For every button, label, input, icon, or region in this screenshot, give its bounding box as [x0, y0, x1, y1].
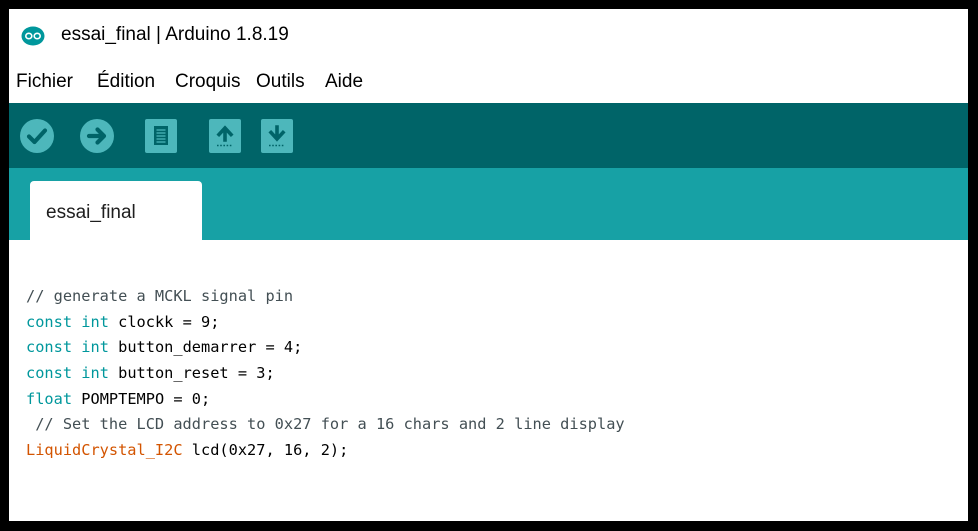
code-token-keyword: const: [26, 338, 73, 357]
new-file-icon: [154, 126, 168, 145]
menu-bar: Fichier Édition Croquis Outils Aide: [9, 63, 968, 103]
code-token-plain: lcd(0x27, 16, 2);: [182, 441, 349, 460]
toolbar: [9, 103, 968, 168]
code-token-type: LiquidCrystal_I2C: [26, 441, 183, 460]
arduino-ide-window: essai_final | Arduino 1.8.19 Fichier Édi…: [9, 9, 968, 521]
code-line: float POMPTEMPO = 0;: [26, 387, 625, 413]
tab-essai-final[interactable]: essai_final: [30, 181, 202, 240]
menu-aide[interactable]: Aide: [325, 71, 363, 93]
code-token-comment: // generate a MCKL signal pin: [26, 287, 294, 305]
code-line: // Set the LCD address to 0x27 for a 16 …: [26, 412, 625, 438]
code-token-plain: POMPTEMPO = 0;: [72, 389, 211, 408]
save-button[interactable]: [261, 119, 293, 153]
code-token-keyword: const: [26, 312, 73, 331]
code-token-plain: clockk = 9;: [108, 312, 220, 331]
new-button[interactable]: [145, 119, 177, 153]
code-token-keyword: float: [26, 389, 73, 408]
menu-fichier[interactable]: Fichier: [16, 71, 73, 93]
code-editor[interactable]: // generate a MCKL signal pin const int c…: [9, 240, 968, 521]
tab-strip: essai_final: [9, 168, 968, 240]
code-line: const int clockk = 9;: [26, 310, 625, 336]
arduino-logo-icon: [21, 26, 45, 46]
tab-label: essai_final: [46, 202, 136, 223]
code-line: const int button_demarrer = 4;: [26, 335, 625, 361]
code-text: // generate a MCKL signal pin const int c…: [26, 284, 625, 464]
code-token-keyword: int: [81, 312, 109, 331]
code-token-plain: button_demarrer = 4;: [108, 338, 303, 357]
menu-croquis[interactable]: Croquis: [175, 71, 240, 93]
code-line: // generate a MCKL signal pin: [26, 284, 625, 310]
menu-outils[interactable]: Outils: [256, 71, 305, 93]
code-line: LiquidCrystal_I2C lcd(0x27, 16, 2);: [26, 438, 625, 464]
code-token-keyword: int: [81, 338, 109, 357]
open-button[interactable]: [209, 119, 241, 153]
verify-button[interactable]: [19, 118, 55, 154]
code-token-keyword: const: [26, 364, 73, 383]
code-line: const int button_reset = 3;: [26, 361, 625, 387]
upload-button[interactable]: [79, 118, 115, 154]
window-title: essai_final | Arduino 1.8.19: [61, 24, 289, 45]
menu-edition[interactable]: Édition: [97, 71, 155, 93]
code-token-plain: button_reset = 3;: [108, 364, 275, 383]
code-token-comment: // Set the LCD address to 0x27 for a 16 …: [26, 415, 625, 434]
title-bar: essai_final | Arduino 1.8.19: [9, 9, 968, 63]
code-token-keyword: int: [81, 364, 109, 383]
